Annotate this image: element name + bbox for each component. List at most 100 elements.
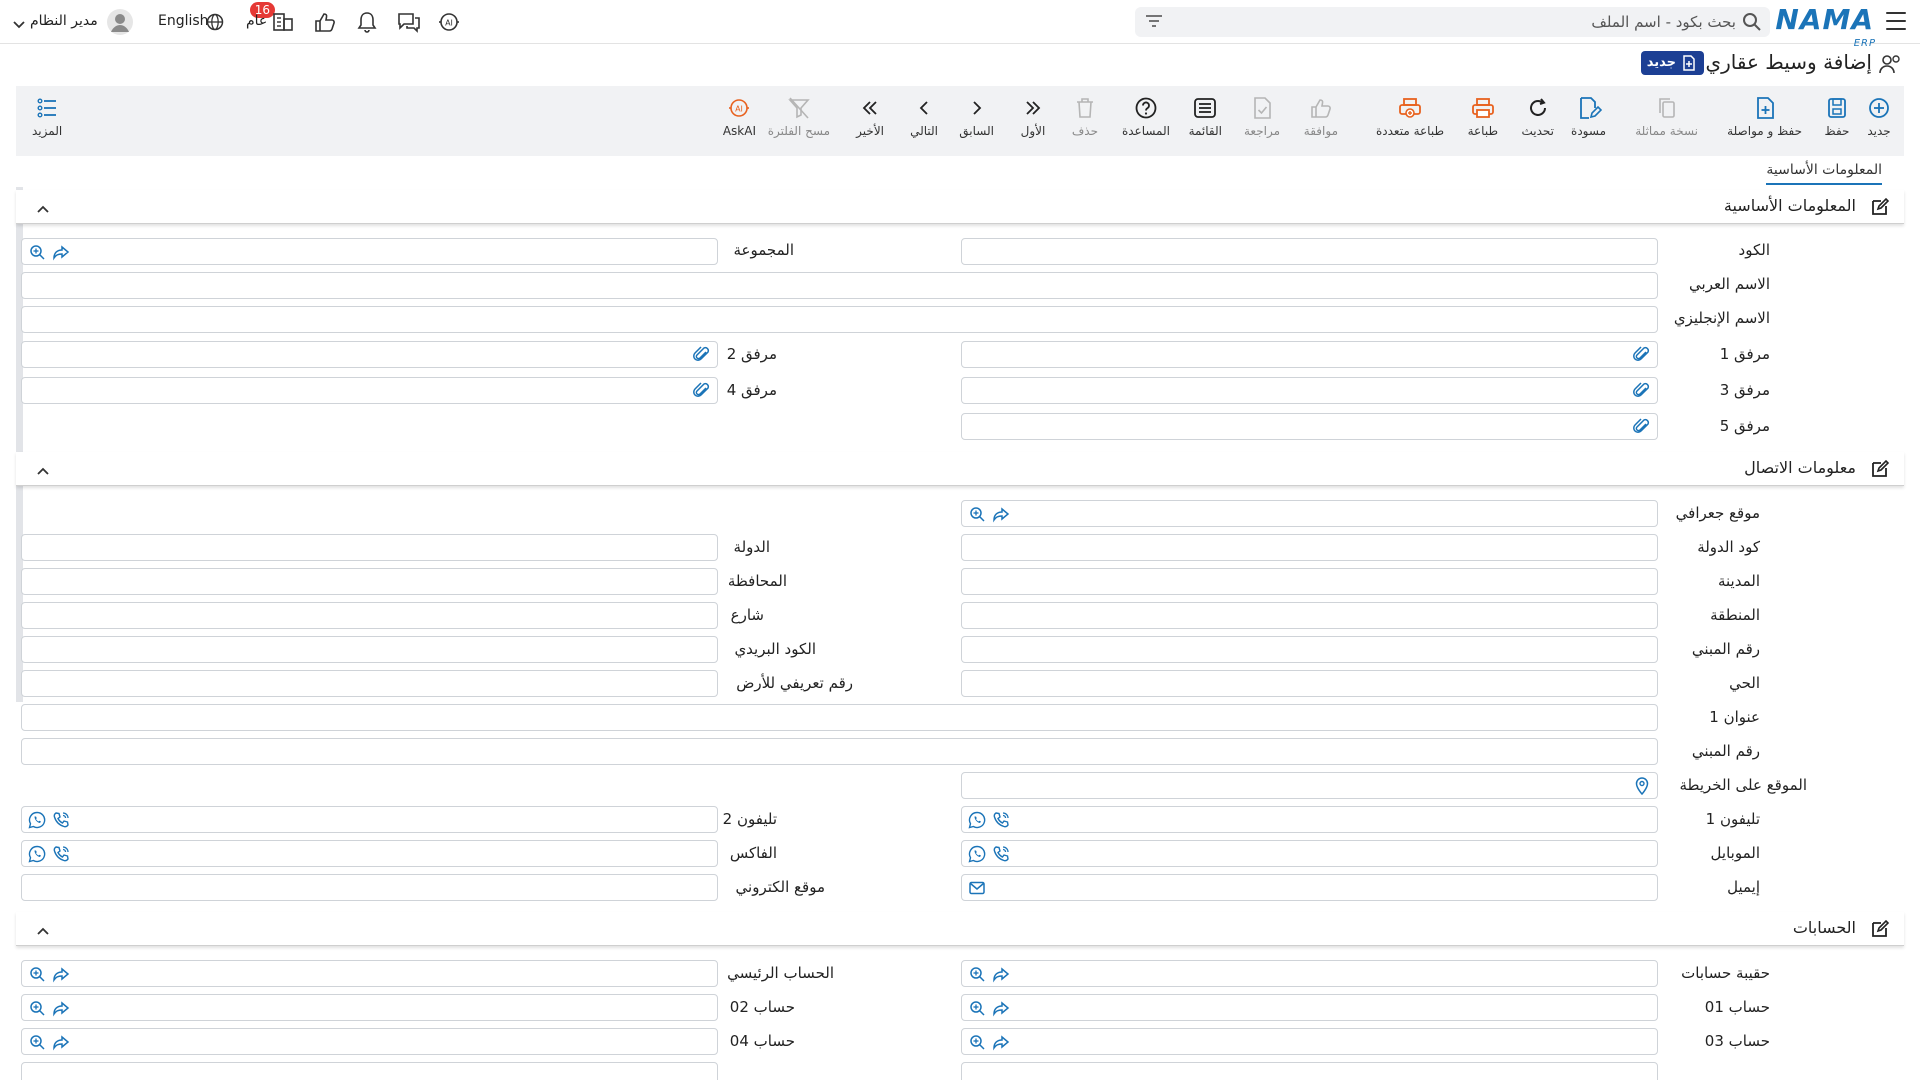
account06-field-partial[interactable]: [21, 1062, 718, 1080]
accounts-bag-field[interactable]: [961, 960, 1658, 987]
share-icon[interactable]: [992, 1033, 1010, 1055]
whatsapp-icon[interactable]: [28, 811, 46, 833]
last-button[interactable]: الأخير: [856, 96, 884, 138]
mail-icon[interactable]: [968, 879, 986, 901]
district-field[interactable]: [961, 670, 1658, 697]
account05-field-partial[interactable]: [961, 1062, 1658, 1080]
code-field[interactable]: [961, 238, 1658, 265]
chevron-down-icon[interactable]: [12, 16, 38, 40]
building-number-field[interactable]: [961, 636, 1658, 663]
chevron-up-icon[interactable]: [36, 200, 50, 218]
paperclip-icon[interactable]: [1633, 382, 1651, 404]
scope-label[interactable]: عام: [246, 13, 267, 29]
share-icon[interactable]: [52, 999, 70, 1021]
share-icon[interactable]: [992, 999, 1010, 1021]
duplicate-button[interactable]: نسخة مماثلة: [1635, 96, 1698, 138]
lookup-search-icon[interactable]: [28, 999, 46, 1021]
account01-field[interactable]: [961, 994, 1658, 1021]
lookup-search-icon[interactable]: [28, 243, 46, 265]
askai-button[interactable]: AI AskAI: [723, 96, 756, 138]
app-logo[interactable]: NAMA ERP: [1775, 4, 1875, 50]
group-field[interactable]: [21, 238, 718, 265]
chevron-up-icon[interactable]: [36, 462, 50, 480]
lookup-search-icon[interactable]: [968, 1033, 986, 1055]
governorate-field[interactable]: [21, 568, 718, 595]
postal-code-field[interactable]: [21, 636, 718, 663]
fax-field[interactable]: [21, 840, 718, 867]
list-button[interactable]: القائمة: [1189, 96, 1222, 138]
user-name[interactable]: مدير النظام: [30, 13, 98, 29]
print-button[interactable]: طباعة: [1468, 96, 1498, 138]
share-icon[interactable]: [52, 243, 70, 265]
avatar[interactable]: [106, 8, 133, 35]
first-button[interactable]: الأول: [1020, 96, 1046, 138]
share-icon[interactable]: [992, 965, 1010, 987]
share-icon[interactable]: [52, 965, 70, 987]
refresh-button[interactable]: تحديث: [1521, 96, 1554, 138]
save-button[interactable]: حفظ: [1824, 96, 1850, 138]
email-field[interactable]: [961, 874, 1658, 901]
draft-button[interactable]: مسودة: [1571, 96, 1606, 138]
phone2-field[interactable]: [21, 806, 718, 833]
tab-basic-info[interactable]: المعلومات الأساسية: [1766, 162, 1882, 185]
search-icon[interactable]: [1742, 12, 1762, 36]
help-button[interactable]: المساعدة: [1122, 96, 1170, 138]
language-switch[interactable]: English: [158, 13, 209, 29]
menu-icon[interactable]: [1886, 12, 1906, 30]
arabic-name-field[interactable]: [21, 272, 1658, 299]
bell-icon[interactable]: [354, 10, 380, 34]
paperclip-icon[interactable]: [1633, 418, 1651, 440]
more-button[interactable]: المزيد: [32, 96, 62, 138]
lookup-search-icon[interactable]: [968, 999, 986, 1021]
main-account-field[interactable]: [21, 960, 718, 987]
region-field[interactable]: [961, 602, 1658, 629]
lookup-search-icon[interactable]: [968, 505, 986, 527]
land-id-field[interactable]: [21, 670, 718, 697]
attachment5-field[interactable]: [961, 413, 1658, 440]
attachment4-field[interactable]: [21, 377, 718, 404]
whatsapp-icon[interactable]: [968, 811, 986, 833]
attachment3-field[interactable]: [961, 377, 1658, 404]
clear-filter-button[interactable]: مسح الفلترة: [768, 96, 830, 138]
map-location-field[interactable]: [961, 772, 1658, 799]
paperclip-icon[interactable]: [1633, 346, 1651, 368]
paperclip-icon[interactable]: [693, 382, 711, 404]
previous-button[interactable]: السابق: [959, 96, 994, 138]
phone-icon[interactable]: [992, 811, 1010, 833]
phone-icon[interactable]: [992, 845, 1010, 867]
globe-icon[interactable]: [205, 12, 231, 36]
multi-print-button[interactable]: طباعة متعددة: [1376, 96, 1444, 138]
phone-icon[interactable]: [52, 811, 70, 833]
approve-button[interactable]: موافقة: [1304, 96, 1338, 138]
account03-field[interactable]: [961, 1028, 1658, 1055]
new-button[interactable]: جديد: [1866, 96, 1892, 138]
attachment1-field[interactable]: [961, 341, 1658, 368]
street-field[interactable]: [21, 602, 718, 629]
geo-location-field[interactable]: [961, 500, 1658, 527]
english-name-field[interactable]: [21, 306, 1658, 333]
filter-icon[interactable]: [1145, 13, 1163, 33]
city-field[interactable]: [961, 568, 1658, 595]
address1-field[interactable]: [21, 704, 1658, 731]
share-icon[interactable]: [52, 1033, 70, 1055]
company-icon[interactable]: [270, 10, 296, 34]
share-icon[interactable]: [992, 505, 1010, 527]
country-field[interactable]: [21, 534, 718, 561]
section-header-accounts[interactable]: الحسابات: [16, 912, 1904, 946]
lookup-search-icon[interactable]: [28, 965, 46, 987]
lookup-search-icon[interactable]: [968, 965, 986, 987]
chat-icon[interactable]: [396, 10, 422, 34]
lookup-search-icon[interactable]: [28, 1033, 46, 1055]
account02-field[interactable]: [21, 994, 718, 1021]
mobile-field[interactable]: [961, 840, 1658, 867]
account04-field[interactable]: [21, 1028, 718, 1055]
delete-button[interactable]: حذف: [1072, 96, 1098, 138]
next-button[interactable]: التالي: [910, 96, 938, 138]
country-code-field[interactable]: [961, 534, 1658, 561]
phone1-field[interactable]: [961, 806, 1658, 833]
website-field[interactable]: [21, 874, 718, 901]
section-header-contact[interactable]: معلومات الاتصال: [16, 452, 1904, 486]
section-header-basic[interactable]: المعلومات الأساسية: [16, 190, 1904, 224]
whatsapp-icon[interactable]: [968, 845, 986, 867]
building-number2-field[interactable]: [21, 738, 1658, 765]
